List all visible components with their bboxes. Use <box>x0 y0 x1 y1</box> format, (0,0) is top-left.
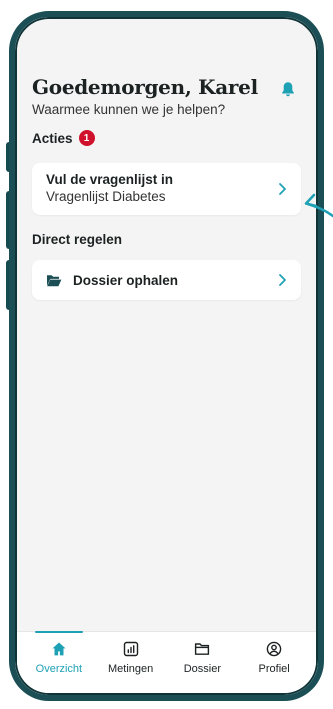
tab-dossier[interactable]: Dossier <box>170 632 234 693</box>
bottom-tab-bar: Overzicht Metingen Dossier Profiel <box>17 631 316 693</box>
folder-icon <box>195 643 210 655</box>
tab-dossier-label: Dossier <box>183 663 222 675</box>
phone-screen: Goedemorgen, Karel Waarmee kunnen we je … <box>15 17 318 695</box>
annotation-arrow-icon <box>304 193 333 218</box>
page-title: Goedemorgen, Karel <box>32 75 258 99</box>
chart-icon <box>123 641 138 657</box>
section-title-acties-label: Acties <box>32 130 73 146</box>
bell-icon[interactable] <box>281 81 295 97</box>
home-icon <box>52 642 66 656</box>
actions-count-badge: 1 <box>78 130 95 146</box>
page-header: Goedemorgen, Karel Waarmee kunnen we je … <box>32 74 302 119</box>
task-title: Vul de vragenlijst in <box>46 172 174 187</box>
section-title-direct-label: Direct regelen <box>32 232 123 247</box>
task-card-vragenlijst[interactable]: Vul de vragenlijst in Vragenlijst Diabet… <box>32 163 301 215</box>
task-subtitle: Vragenlijst Diabetes <box>46 189 166 204</box>
user-circle-icon <box>266 641 282 657</box>
folder-open-icon <box>47 274 62 286</box>
section-title-acties: Acties 1 <box>32 130 95 146</box>
screenshot-stage: Goedemorgen, Karel Waarmee kunnen we je … <box>0 0 333 709</box>
tab-metingen-label: Metingen <box>107 663 154 675</box>
tab-profiel-label: Profiel <box>258 663 290 675</box>
section-title-direct-regelen: Direct regelen <box>32 232 122 247</box>
phone-frame: Goedemorgen, Karel Waarmee kunnen we je … <box>9 11 324 701</box>
chevron-right-icon <box>279 274 286 286</box>
dossier-ophalen-label: Dossier ophalen <box>73 272 179 288</box>
page-subtitle: Waarmee kunnen we je helpen? <box>32 102 226 117</box>
tab-overzicht[interactable]: Overzicht <box>27 631 91 693</box>
dossier-ophalen-button[interactable]: Dossier ophalen <box>32 260 301 300</box>
chevron-right-icon <box>279 183 286 195</box>
tab-metingen[interactable]: Metingen <box>99 632 163 693</box>
tab-profiel[interactable]: Profiel <box>242 632 306 693</box>
tab-overzicht-label: Overzicht <box>35 663 83 675</box>
